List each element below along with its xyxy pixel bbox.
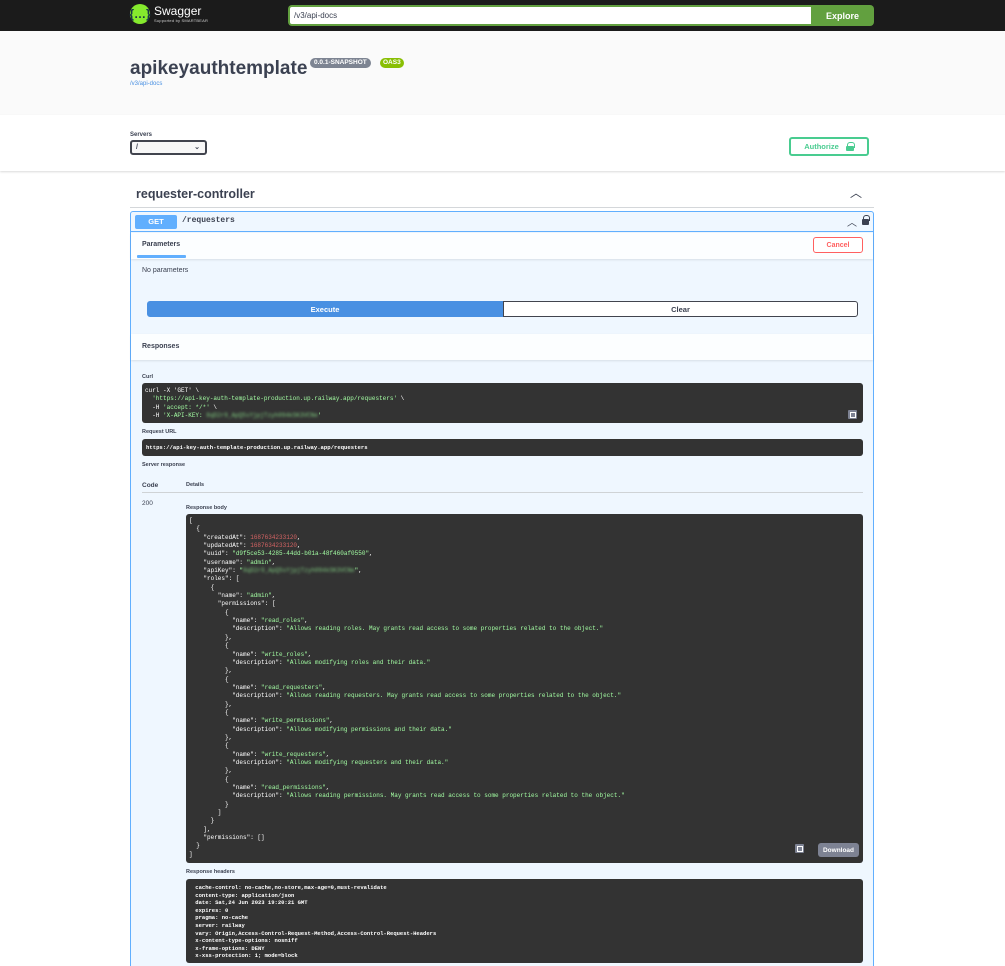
request-url-block[interactable]: https://api-key-auth-template-production… xyxy=(142,439,863,456)
status-code: 200 xyxy=(142,500,153,507)
json-value: "Allows modifying requesters and their d… xyxy=(286,758,449,766)
oas-badge: OAS3 xyxy=(380,58,404,68)
header-line: server: railway xyxy=(192,921,249,929)
json-value: "Allows modifying roles and their data." xyxy=(286,658,431,666)
curl-url: 'https://api-key-auth-template-productio… xyxy=(152,395,398,403)
json-value: 1687634233120 xyxy=(250,533,298,541)
servers-selected-value: / xyxy=(136,144,138,151)
response-headers-label: Response headers xyxy=(186,869,235,875)
json-value: "admin" xyxy=(246,592,272,600)
json-value: "Allows reading permissions. May grants … xyxy=(286,792,625,800)
method-badge: GET xyxy=(135,215,177,229)
operation-summary[interactable]: GET /requesters ︿ xyxy=(131,212,873,232)
curl-code-block[interactable]: curl -X 'GET' \ 'https://api-key-auth-te… xyxy=(142,383,863,423)
responses-header: Responses xyxy=(131,334,873,360)
page-title: apikeyauthtemplate xyxy=(130,58,308,79)
servers-label: Servers xyxy=(130,132,153,138)
header-line: expires: 0 xyxy=(192,906,232,914)
explore-button[interactable]: Explore xyxy=(811,5,874,26)
json-value: "d9f5ce53-4285-44dd-b01a-48f460af0550" xyxy=(232,550,370,558)
header-line: cache-control: no-cache,no-store,max-age… xyxy=(192,884,391,891)
swagger-logo[interactable]: {…} Swagger Supported by SMARTBEAR xyxy=(129,4,209,24)
json-value: "write_requesters" xyxy=(261,750,326,758)
info-section: apikeyauthtemplate 0.0.1-SNAPSHOT OAS3 /… xyxy=(0,31,1005,115)
execute-button-group: Execute Clear xyxy=(147,301,858,317)
cancel-button[interactable]: Cancel xyxy=(813,237,863,253)
response-body-block[interactable]: [ { "createdAt": 1687634233120, "updated… xyxy=(186,514,863,863)
header-line: x-frame-options: DENY xyxy=(192,944,268,952)
server-response-label: Server response xyxy=(142,462,186,468)
code-column-header: Code xyxy=(142,482,159,489)
redacted-api-key: 8qD2r9_ApQ5sYjpjTzyh094kSK3VCNe xyxy=(243,567,355,575)
chevron-up-icon[interactable]: ︿ xyxy=(850,184,862,201)
header-line: vary: Origin,Access-Control-Request-Meth… xyxy=(192,929,440,937)
authorize-label: Authorize xyxy=(804,142,839,151)
json-value: "write_permissions" xyxy=(261,717,330,725)
authorize-button[interactable]: Authorize xyxy=(789,137,869,156)
header-line: date: Sat,24 Jun 2023 19:20:21 GMT xyxy=(192,899,311,907)
chevron-down-icon: ⌄ xyxy=(194,144,200,151)
lock-icon[interactable] xyxy=(862,215,870,225)
tab-underline xyxy=(137,255,186,258)
scheme-container: Servers / ⌄ Authorize xyxy=(0,115,1005,171)
execute-button[interactable]: Execute xyxy=(147,301,503,317)
swagger-logo-icon: {…} xyxy=(129,4,151,24)
json-value: "Allows modifying permissions and their … xyxy=(286,725,452,733)
copy-icon[interactable] xyxy=(795,844,804,853)
copy-icon[interactable] xyxy=(848,410,857,419)
parameters-header: Parameters Cancel xyxy=(131,233,873,259)
tab-parameters[interactable]: Parameters xyxy=(142,241,180,248)
json-value: "Allows reading roles. May grants read a… xyxy=(286,625,604,633)
response-headers-block[interactable]: cache-control: no-cache,no-store,max-age… xyxy=(186,879,863,963)
chevron-up-icon[interactable]: ︿ xyxy=(847,214,857,229)
topbar: {…} Swagger Supported by SMARTBEAR Explo… xyxy=(0,0,1005,31)
logo-subtitle: Supported by SMARTBEAR xyxy=(154,18,209,23)
lock-icon xyxy=(845,142,855,151)
response-table-header: Code Details xyxy=(142,482,863,493)
json-value: "Allows reading requesters. May grants r… xyxy=(286,692,622,700)
header-line: pragma: no-cache xyxy=(192,914,252,922)
api-url-input[interactable] xyxy=(288,5,811,26)
json-value: "read_roles" xyxy=(261,617,305,625)
api-docs-link[interactable]: /v3/api-docs xyxy=(130,81,162,87)
json-value: "read_requesters" xyxy=(261,683,323,691)
version-badge: 0.0.1-SNAPSHOT xyxy=(310,58,371,68)
header-line: content-type: application/json xyxy=(192,891,298,899)
servers-select[interactable]: / ⌄ xyxy=(130,140,207,155)
response-body-label: Response body xyxy=(186,505,227,511)
operation-path: /requesters xyxy=(182,216,235,225)
no-parameters-text: No parameters xyxy=(142,267,189,274)
json-value: "admin" xyxy=(246,558,272,566)
responses-title: Responses xyxy=(142,343,180,350)
tag-title: requester-controller xyxy=(136,187,255,201)
curl-accept-header: 'accept: */*' xyxy=(163,403,210,411)
operation-block: GET /requesters ︿ Parameters Cancel No p… xyxy=(130,211,874,966)
redacted-api-key: 8qD2r9_ApQ5sYjpjTzyh094kSK3VCNe xyxy=(206,412,318,420)
logo-text: Swagger xyxy=(154,4,202,18)
json-value: 1687634233120 xyxy=(250,542,298,550)
curl-api-key-header: 'X-API-KEY: xyxy=(163,412,207,420)
json-value: "write_roles" xyxy=(261,650,308,658)
header-line: x-xss-protection: 1; mode=block xyxy=(192,952,301,960)
curl-label: Curl xyxy=(142,374,153,380)
tag-section-header[interactable]: requester-controller ︿ xyxy=(130,181,874,208)
clear-button[interactable]: Clear xyxy=(503,301,858,317)
header-line: x-content-type-options: nosniff xyxy=(192,937,301,945)
details-column-header: Details xyxy=(186,482,205,488)
download-button[interactable]: Download xyxy=(818,843,859,857)
request-url-label: Request URL xyxy=(142,429,177,435)
curl-line: curl -X 'GET' \ xyxy=(145,387,200,394)
json-value: "read_permissions" xyxy=(261,784,326,791)
